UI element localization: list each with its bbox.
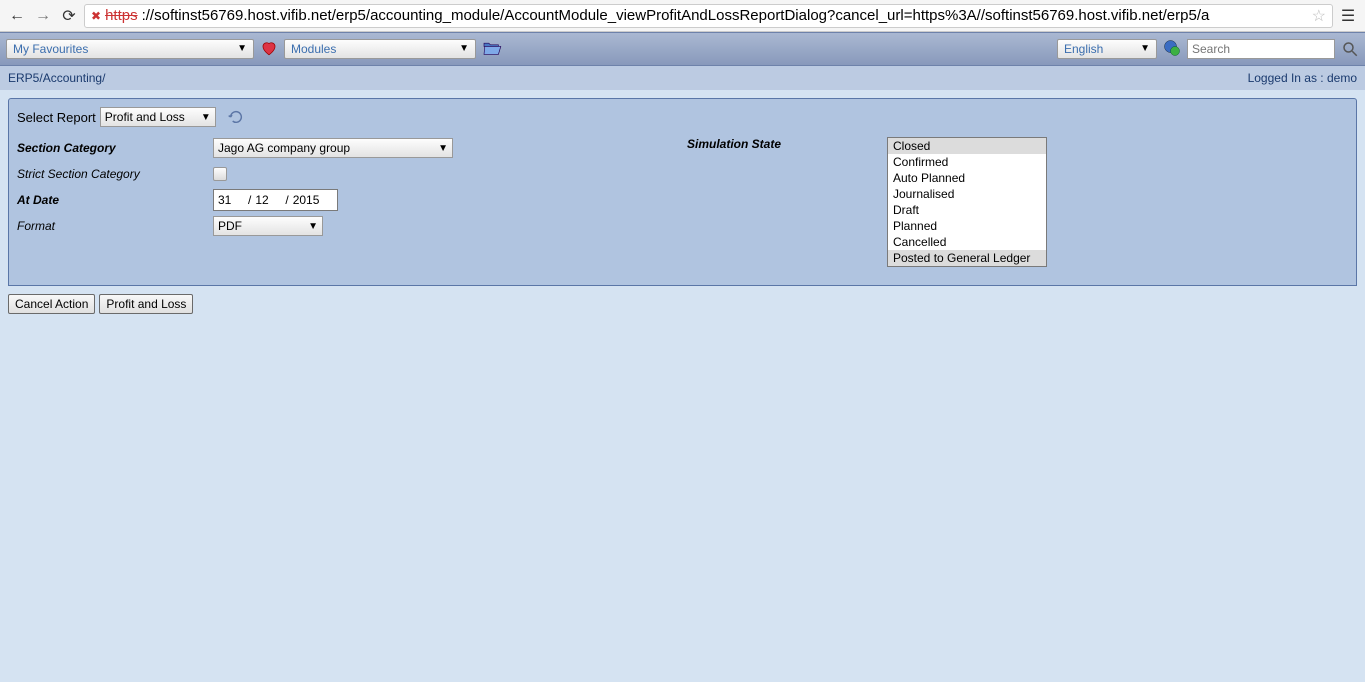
format-value: PDF	[218, 219, 242, 233]
report-form: Select Report Profit and Loss ▼ Section …	[8, 98, 1357, 286]
breadcrumb-accounting[interactable]: Accounting	[43, 71, 102, 85]
cancel-button[interactable]: Cancel Action	[8, 294, 95, 314]
date-separator: /	[285, 193, 288, 207]
strict-section-label: Strict Section Category	[17, 167, 213, 181]
app-toolbar: My Favourites ▼ Modules ▼ English ▼	[0, 32, 1365, 66]
browser-menu-button[interactable]: ☰	[1337, 6, 1359, 26]
submit-button[interactable]: Profit and Loss	[99, 294, 193, 314]
select-report-label: Select Report	[17, 110, 96, 125]
simulation-state-option[interactable]: Confirmed	[888, 154, 1046, 170]
chevron-down-icon: ▼	[201, 112, 211, 123]
url-path: ://softinst56769.host.vifib.net/erp5/acc…	[142, 7, 1210, 24]
action-buttons: Cancel Action Profit and Loss	[8, 294, 1357, 314]
modules-label: Modules	[291, 42, 336, 56]
breadcrumb-sep: /	[102, 71, 105, 85]
modules-dropdown[interactable]: Modules ▼	[284, 39, 476, 59]
simulation-state-option[interactable]: Posted to General Ledger	[888, 250, 1046, 266]
chevron-down-icon: ▼	[1140, 43, 1150, 54]
favourites-label: My Favourites	[13, 42, 88, 56]
simulation-state-option[interactable]: Auto Planned	[888, 170, 1046, 186]
forward-button: →	[32, 5, 54, 27]
language-label: English	[1064, 42, 1103, 56]
favourites-dropdown[interactable]: My Favourites ▼	[6, 39, 254, 59]
simulation-state-option[interactable]: Planned	[888, 218, 1046, 234]
browser-chrome: ← → ⟳ ✖ https ://softinst56769.host.vifi…	[0, 0, 1365, 32]
at-date-month[interactable]	[253, 190, 283, 210]
section-category-value: Jago AG company group	[218, 141, 350, 155]
section-category-label: Section Category	[17, 141, 213, 155]
chevron-down-icon: ▼	[459, 43, 469, 54]
search-input[interactable]	[1187, 39, 1335, 59]
back-button[interactable]: ←	[6, 5, 28, 27]
bookmark-star-icon[interactable]: ☆	[1312, 6, 1326, 26]
select-report-dropdown[interactable]: Profit and Loss ▼	[100, 107, 216, 127]
simulation-state-label: Simulation State	[687, 137, 887, 151]
form-left-column: Section Category Jago AG company group ▼…	[17, 137, 657, 271]
search-go-icon[interactable]	[1341, 40, 1359, 58]
format-dropdown[interactable]: PDF ▼	[213, 216, 323, 236]
reload-button[interactable]: ⟳	[58, 5, 80, 27]
language-dropdown[interactable]: English ▼	[1057, 39, 1157, 59]
globe-icon[interactable]	[1163, 39, 1181, 60]
insecure-icon: ✖	[91, 9, 101, 23]
url-scheme: https	[105, 7, 138, 24]
simulation-state-listbox[interactable]: ClosedConfirmedAuto PlannedJournalisedDr…	[887, 137, 1047, 267]
at-date-field: / /	[213, 189, 338, 211]
refresh-icon[interactable]	[228, 109, 244, 125]
at-date-year[interactable]	[291, 190, 335, 210]
chevron-down-icon: ▼	[308, 221, 318, 232]
section-category-dropdown[interactable]: Jago AG company group ▼	[213, 138, 453, 158]
breadcrumb-erp5[interactable]: ERP5	[8, 71, 39, 85]
breadcrumb-bar: ERP5 / Accounting / Logged In as : demo	[0, 66, 1365, 90]
form-right-column: Simulation State ClosedConfirmedAuto Pla…	[687, 137, 1348, 271]
at-date-day[interactable]	[216, 190, 246, 210]
logged-in-text: Logged In as : demo	[1248, 71, 1357, 85]
simulation-state-option[interactable]: Draft	[888, 202, 1046, 218]
url-bar[interactable]: ✖ https ://softinst56769.host.vifib.net/…	[84, 4, 1333, 28]
chevron-down-icon: ▼	[438, 143, 448, 154]
chevron-down-icon: ▼	[237, 43, 247, 54]
date-separator: /	[248, 193, 251, 207]
simulation-state-option[interactable]: Journalised	[888, 186, 1046, 202]
format-label: Format	[17, 219, 213, 233]
simulation-state-option[interactable]: Cancelled	[888, 234, 1046, 250]
folder-open-icon[interactable]	[482, 40, 502, 59]
select-report-value: Profit and Loss	[105, 110, 185, 124]
simulation-state-option[interactable]: Closed	[888, 138, 1046, 154]
strict-section-checkbox[interactable]	[213, 167, 227, 181]
heart-icon[interactable]	[260, 39, 278, 60]
at-date-label: At Date	[17, 193, 213, 207]
